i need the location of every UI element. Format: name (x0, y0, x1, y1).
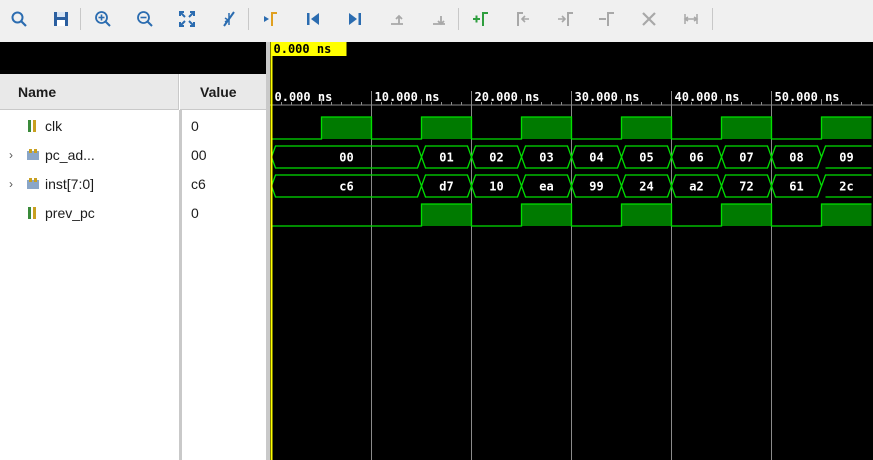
clk-high-pulse (521, 117, 572, 139)
expand-chevron-icon[interactable]: › (9, 177, 13, 191)
swap-up-icon (391, 14, 403, 25)
bus-signal-icon (27, 178, 39, 189)
go-to-first-icon (307, 13, 319, 25)
next-marker-button[interactable] (552, 6, 578, 32)
zoom-in-button[interactable] (90, 6, 116, 32)
go-to-cursor-icon (223, 11, 235, 27)
clk-high-pulse (621, 117, 672, 139)
inst-segment-value: 99 (589, 180, 603, 194)
prev-pc-trace (271, 203, 872, 227)
bus-signal-icon (27, 149, 39, 160)
delete-marker-icon (642, 12, 656, 26)
ruler-tick-label: 40.000 ns (675, 90, 740, 104)
inst-segment-value: 24 (639, 180, 653, 194)
floating-ruler-icon (683, 14, 699, 24)
signal-name-clk: clk (45, 118, 63, 134)
go-to-zero-button[interactable] (258, 6, 284, 32)
inst-segment-value: c6 (339, 180, 353, 194)
zoom-fit-button[interactable] (174, 6, 200, 32)
floating-ruler-button[interactable] (678, 6, 704, 32)
inst-segment-value: 72 (739, 180, 753, 194)
inst-segment-value: d7 (439, 180, 453, 194)
zoom-in-icon (95, 11, 111, 27)
zoom-out-icon (137, 11, 153, 27)
inst-segment-value: ea (539, 180, 553, 194)
signal-name-prev-pc: prev_pc (45, 205, 95, 221)
prev-pc-high-pulse (621, 204, 672, 226)
bit-signal-icon (28, 207, 36, 219)
zoom-fit-icon (179, 11, 195, 27)
go-to-last-button[interactable] (342, 6, 368, 32)
inst-segment-value: a2 (689, 180, 703, 194)
ruler-tick-label: 10.000 ns (375, 90, 440, 104)
signal-value-inst: c6 (191, 176, 206, 192)
signal-value-clk: 0 (191, 118, 199, 134)
clk-high-pulse (721, 117, 772, 139)
signal-value-pc-address: 00 (191, 147, 207, 163)
ruler-tick-label: 20.000 ns (475, 90, 540, 104)
swap-up-button[interactable] (384, 6, 410, 32)
add-marker-button[interactable] (468, 6, 494, 32)
inst-segment-value: 10 (489, 180, 503, 194)
pc-address-segment-value: 06 (689, 151, 703, 165)
swap-down-button[interactable] (426, 6, 452, 32)
ruler-tick-label: 30.000 ns (575, 90, 640, 104)
signal-list-panel: Name Value clk 0 › pc_ad... 00 › inst[7:… (0, 42, 266, 460)
save-button[interactable] (48, 6, 74, 32)
go-to-last-icon (349, 13, 361, 25)
value-column-header[interactable]: Value (180, 74, 266, 110)
pc-address-segment-value: 00 (339, 151, 353, 165)
pc-address-segment-value: 09 (839, 151, 853, 165)
waveform-canvas[interactable]: 0.000 ns 10.000 ns 20.000 ns 30.000 ns 40.00… (270, 42, 873, 460)
add-marker-icon (473, 12, 488, 26)
snap-to-transition-button[interactable] (594, 6, 620, 32)
previous-marker-icon (517, 12, 529, 26)
pc-address-segment-value: 04 (589, 151, 603, 165)
clk-high-pulse (321, 117, 372, 139)
delete-marker-button[interactable] (636, 6, 662, 32)
snap-to-transition-icon (599, 12, 614, 26)
prev-pc-high-pulse (821, 204, 872, 226)
signal-name-inst: inst[7:0] (45, 176, 95, 192)
search-button[interactable] (6, 6, 32, 32)
prev-pc-high-pulse (521, 204, 572, 226)
search-icon (11, 11, 27, 27)
pc-address-segment-value: 05 (639, 151, 653, 165)
pc-address-segment-value: 03 (539, 151, 553, 165)
bit-signal-icon (28, 120, 36, 132)
save-icon (54, 12, 68, 26)
prev-pc-high-pulse (721, 204, 772, 226)
signal-value-prev-pc: 0 (191, 205, 199, 221)
next-marker-icon (558, 12, 573, 26)
cursor-time-label: 0.000 ns (274, 42, 332, 56)
waveform-panel[interactable]: 0.000 ns 10.000 ns 20.000 ns 30.000 ns 40.00… (270, 42, 873, 460)
pc-address-segment-value: 08 (789, 151, 803, 165)
signal-name-pc-address: pc_ad... (45, 147, 95, 163)
inst-segment-value: 61 (789, 180, 803, 194)
clk-high-pulse (821, 117, 872, 139)
pc-address-segment-value: 07 (739, 151, 753, 165)
pc-address-segment-value: 02 (489, 151, 503, 165)
go-to-cursor-button[interactable] (216, 6, 242, 32)
prev-pc-high-pulse (421, 204, 472, 226)
clk-high-pulse (421, 117, 472, 139)
swap-down-icon (433, 16, 445, 26)
ruler-tick-label: 0.000 ns (275, 90, 333, 104)
zoom-out-button[interactable] (132, 6, 158, 32)
inst-segment-value: 2c (839, 180, 853, 194)
previous-marker-button[interactable] (510, 6, 536, 32)
pc-address-segment-value: 01 (439, 151, 453, 165)
column-divider[interactable] (179, 110, 182, 460)
waveform-toolbar (0, 0, 873, 39)
go-to-first-button[interactable] (300, 6, 326, 32)
name-column-header[interactable]: Name (0, 74, 179, 110)
expand-chevron-icon[interactable]: › (9, 148, 13, 162)
ruler-tick-label: 50.000 ns (775, 90, 840, 104)
go-to-zero-icon (264, 12, 277, 26)
